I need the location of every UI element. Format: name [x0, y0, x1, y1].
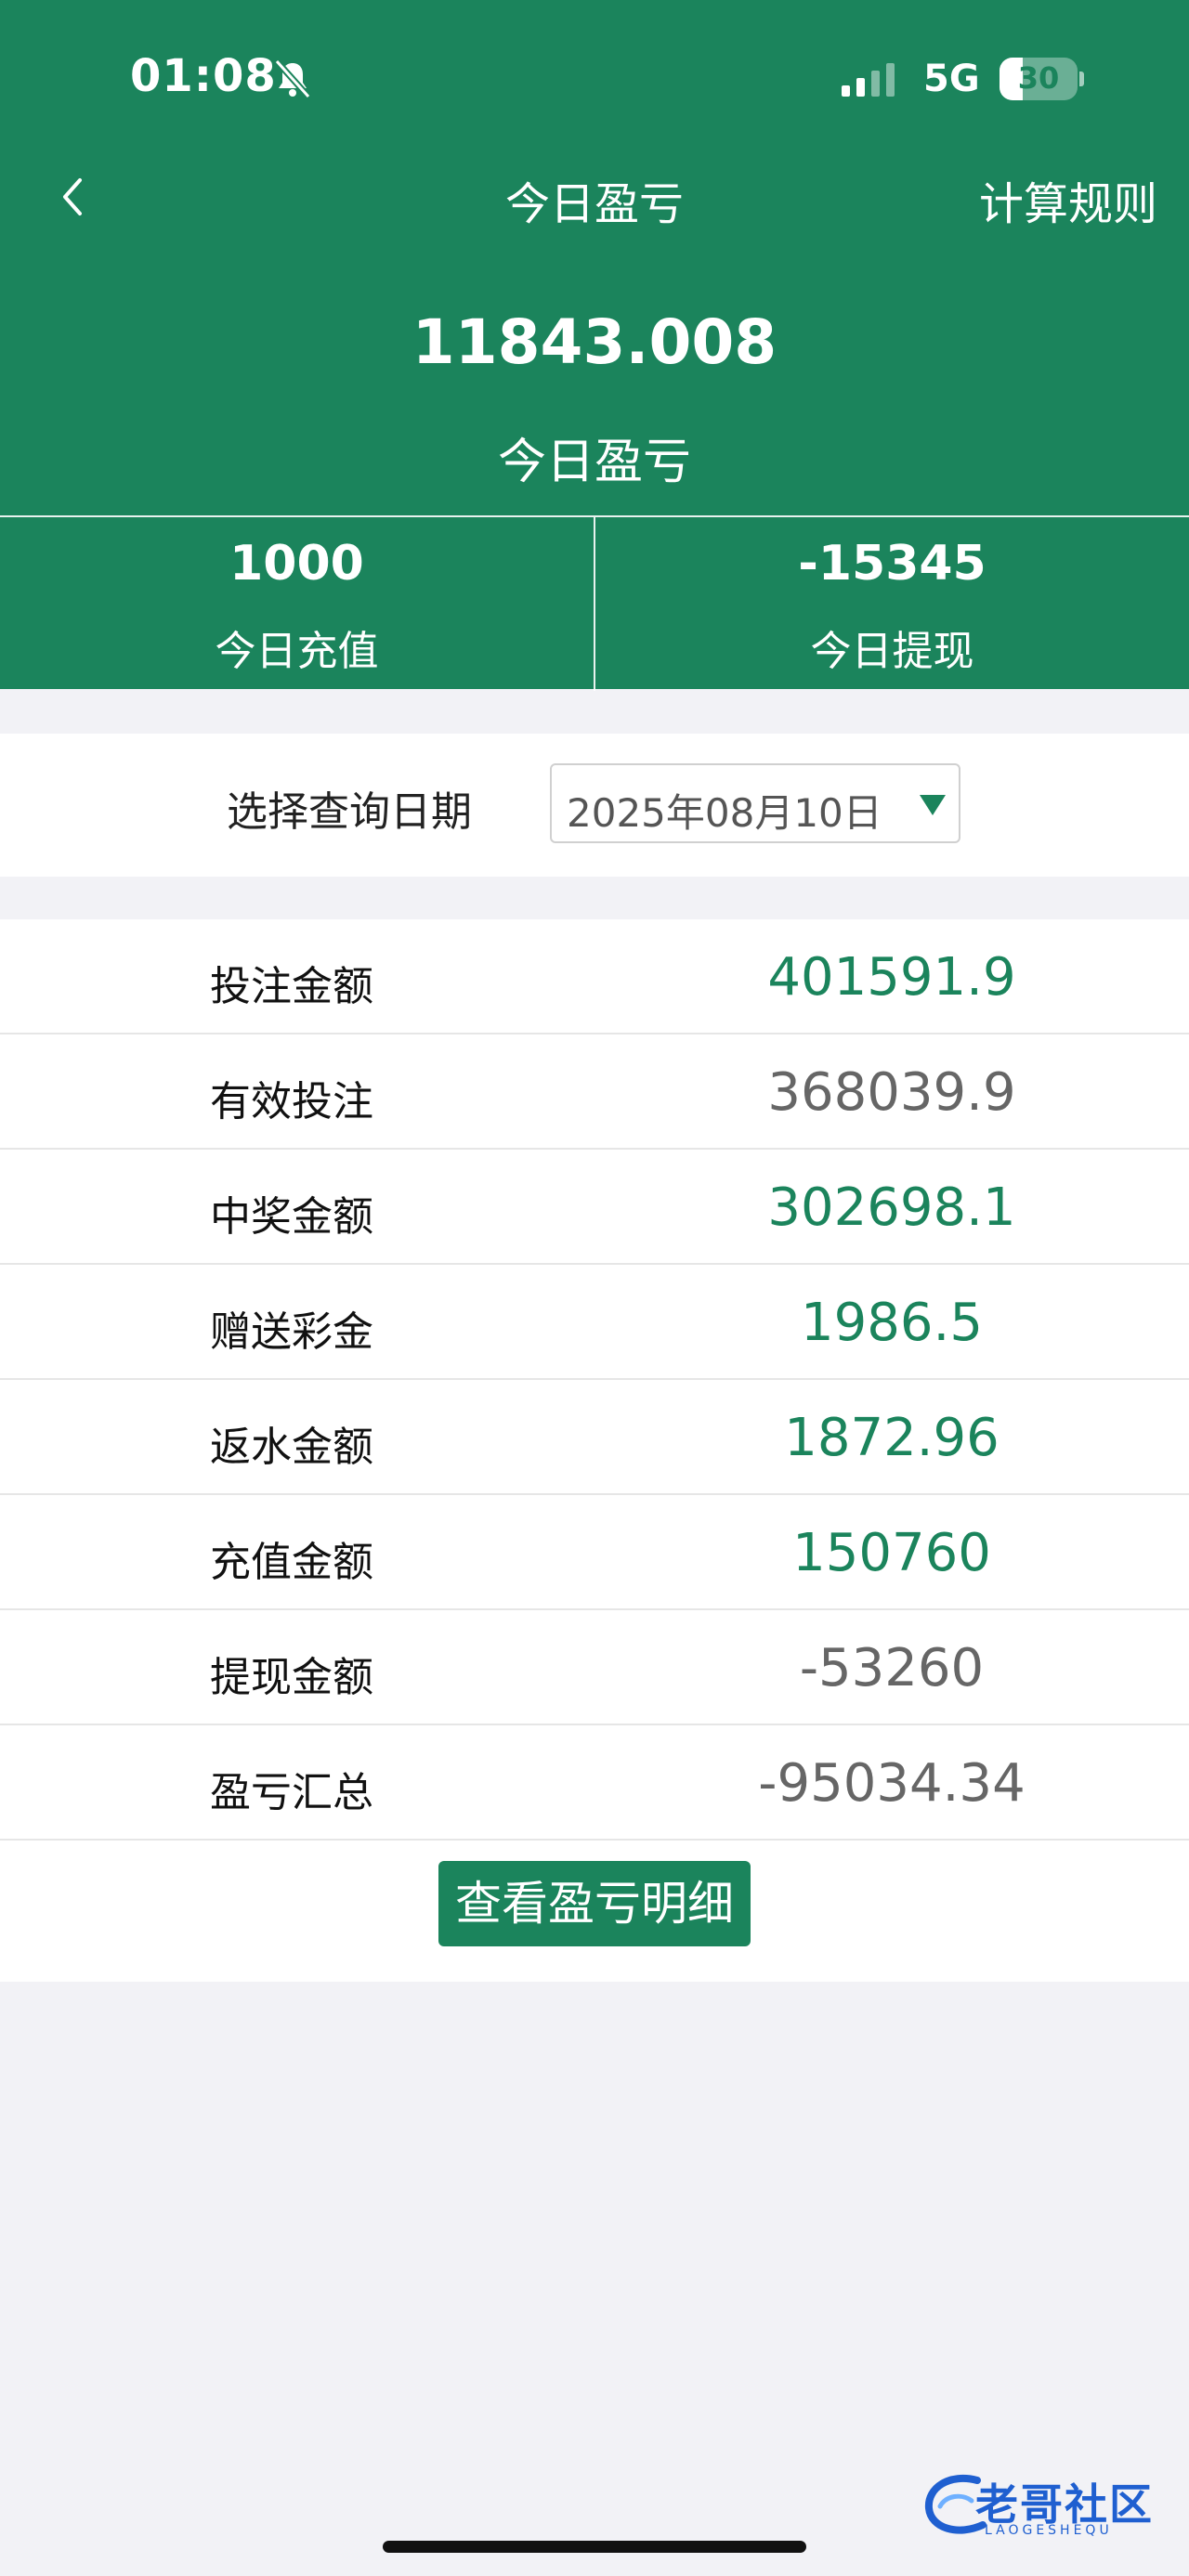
summary-table: 投注金额 401591.9 有效投注 368039.9 中奖金额 302698.…: [0, 919, 1189, 1982]
signal-strength-icon: [842, 63, 895, 97]
table-row: 返水金额 1872.96: [0, 1380, 1189, 1495]
table-row: 中奖金额 302698.1: [0, 1150, 1189, 1265]
row-value: 302698.1: [767, 1177, 1016, 1238]
row-value: -95034.34: [758, 1753, 1026, 1814]
table-row: 充值金额 150760: [0, 1495, 1189, 1610]
watermark-subtext: LAOGESHEQU: [985, 2523, 1113, 2538]
stat-label: 今日充值: [215, 628, 379, 675]
date-picker-value: 2025年08月10日: [567, 790, 882, 836]
battery-indicator: 30: [1000, 58, 1078, 100]
row-value: -53260: [799, 1638, 985, 1698]
table-row: 赠送彩金 1986.5: [0, 1265, 1189, 1380]
stat-label: 今日提现: [810, 628, 974, 675]
row-label: 投注金额: [210, 963, 373, 1010]
row-label: 提现金额: [210, 1654, 373, 1701]
today-profit-label: 今日盈亏: [497, 435, 691, 490]
table-row: 提现金额 -53260: [0, 1610, 1189, 1725]
calculation-rules-link[interactable]: 计算规则: [979, 167, 1157, 232]
stat-withdrawal: -15345 今日提现: [595, 517, 1189, 691]
home-indicator: [383, 2541, 806, 2553]
table-row: 有效投注 368039.9: [0, 1034, 1189, 1150]
row-label: 有效投注: [210, 1078, 373, 1125]
network-type: 5G: [923, 58, 980, 100]
row-label: 充值金额: [210, 1539, 373, 1586]
status-time: 01:08: [130, 50, 277, 102]
stat-value: 1000: [229, 536, 364, 592]
dropdown-caret-icon: [920, 795, 946, 815]
stat-deposit: 1000 今日充值: [0, 517, 595, 691]
watermark-logo: 老哥社区 LAOGESHEQU: [921, 2465, 1172, 2540]
row-value: 1872.96: [784, 1408, 1000, 1468]
row-value: 368039.9: [767, 1062, 1016, 1123]
bell-muted-icon: [274, 59, 311, 99]
date-picker[interactable]: 2025年08月10日: [550, 763, 960, 843]
stats-row: 1000 今日充值 -15345 今日提现: [0, 515, 1189, 691]
row-label: 返水金额: [210, 1424, 373, 1471]
status-bar: 01:08 5G 30: [0, 0, 1189, 158]
header: 01:08 5G 30 今日盈亏 计算规则 11843.008 今日盈亏 100…: [0, 0, 1189, 691]
row-value: 401591.9: [767, 947, 1016, 1008]
row-value: 1986.5: [801, 1293, 983, 1353]
table-row: 盈亏汇总 -95034.34: [0, 1725, 1189, 1841]
battery-level: 30: [1017, 60, 1060, 96]
row-value: 150760: [792, 1523, 991, 1583]
table-row: 投注金额 401591.9: [0, 919, 1189, 1034]
stat-value: -15345: [798, 536, 986, 592]
date-filter-label: 选择查询日期: [227, 788, 472, 836]
row-label: 赠送彩金: [210, 1308, 373, 1356]
row-label: 中奖金额: [210, 1193, 373, 1241]
date-filter: 选择查询日期 2025年08月10日: [0, 734, 1189, 877]
today-profit-value: 11843.008: [412, 306, 777, 378]
view-profit-detail-button[interactable]: 查看盈亏明细: [438, 1861, 751, 1946]
row-label: 盈亏汇总: [210, 1769, 373, 1816]
